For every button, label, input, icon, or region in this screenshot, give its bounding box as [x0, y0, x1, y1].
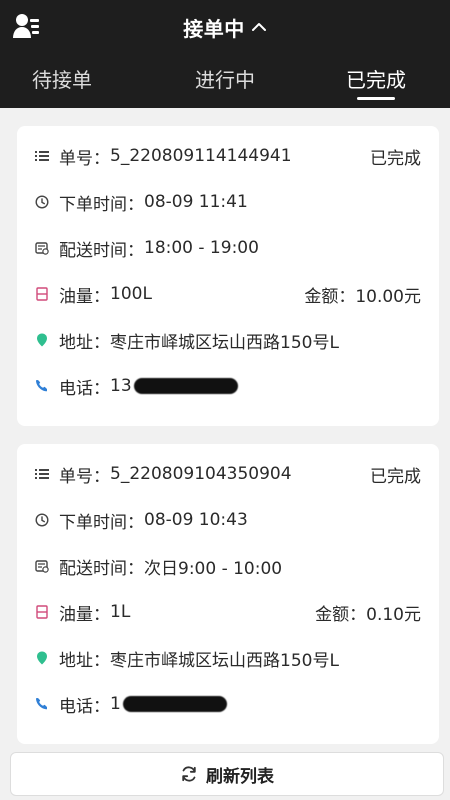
- order-time: 08-09 10:43: [144, 510, 248, 530]
- delivery-time: 次日9:00 - 10:00: [144, 558, 283, 579]
- order-number: 5_220809104350904: [110, 464, 292, 484]
- top-header: 接单中 待接单 进行中 已完成: [0, 0, 450, 108]
- list-icon: [35, 469, 49, 479]
- phone-icon: [36, 380, 47, 392]
- order-number-label: 单号：: [59, 148, 110, 169]
- price-group: 金额： 0.10元: [315, 600, 421, 625]
- list-icon: [35, 151, 49, 161]
- price-label: 金额：: [315, 604, 367, 625]
- phone-label: 电话：: [59, 696, 110, 717]
- price-value: 10.00元: [355, 286, 421, 307]
- order-time-row: 下单时间： 08-09 11:41: [35, 189, 421, 215]
- location-pin-icon: [37, 333, 47, 347]
- delivery-time: 18:00 - 19:00: [144, 238, 259, 258]
- order-time-row: 下单时间： 08-09 10:43: [35, 507, 421, 533]
- redacted-phone: [122, 696, 227, 712]
- tab-in-progress[interactable]: 进行中: [155, 64, 295, 93]
- delivery-schedule-icon: [35, 242, 49, 255]
- phone-row: 电话： 13: [35, 373, 421, 399]
- tab-pending[interactable]: 待接单: [0, 64, 132, 93]
- bottom-bar: 刷新列表: [0, 746, 450, 800]
- tab-completed[interactable]: 已完成: [306, 64, 446, 93]
- address-row: 地址： 枣庄市峄城区坛山西路150号L: [35, 327, 421, 353]
- oil-amount-row: 油量： 100L 金额： 10.00元: [35, 281, 421, 307]
- order-number: 5_220809114144941: [110, 146, 292, 166]
- delivery-time-row: 配送时间： 次日9:00 - 10:00: [35, 553, 421, 579]
- address-row: 地址： 枣庄市峄城区坛山西路150号L: [35, 645, 421, 671]
- phone-icon: [36, 698, 47, 710]
- oil-amount: 1L: [110, 602, 131, 622]
- delivery-time-label: 配送时间：: [59, 558, 144, 579]
- refresh-list-button[interactable]: 刷新列表: [10, 752, 444, 796]
- phone-label: 电话：: [59, 378, 110, 399]
- page-title: 接单中: [183, 16, 245, 41]
- oil-amount: 100L: [110, 284, 152, 304]
- refresh-icon: [182, 766, 196, 782]
- price-label: 金额：: [304, 286, 356, 307]
- order-time: 08-09 11:41: [144, 192, 248, 212]
- delivery-time-row: 配送时间： 18:00 - 19:00: [35, 235, 421, 261]
- order-number-row: 单号： 5_220809114144941 已完成: [35, 143, 421, 169]
- order-card[interactable]: 单号： 5_220809104350904 已完成 下单时间： 08-09 10…: [17, 444, 439, 744]
- clock-icon: [35, 195, 49, 209]
- address-label: 地址：: [59, 650, 110, 671]
- phone-number-prefix[interactable]: 13: [110, 376, 132, 396]
- price-group: 金额： 10.00元: [304, 282, 421, 307]
- status-toggle[interactable]: 接单中: [0, 12, 450, 42]
- refresh-list-label: 刷新列表: [206, 766, 274, 787]
- fuel-icon: [36, 605, 48, 619]
- delivery-time-label: 配送时间：: [59, 240, 144, 261]
- phone-number-prefix[interactable]: 1: [110, 694, 121, 714]
- address-label: 地址：: [59, 332, 110, 353]
- price-value: 0.10元: [366, 604, 421, 625]
- order-tabs: 待接单 进行中 已完成: [0, 58, 450, 102]
- oil-label: 油量：: [59, 286, 110, 307]
- order-time-label: 下单时间：: [59, 512, 144, 533]
- redacted-phone: [133, 378, 238, 394]
- fuel-icon: [36, 287, 48, 301]
- clock-icon: [35, 513, 49, 527]
- phone-row: 电话： 1: [35, 691, 421, 717]
- order-time-label: 下单时间：: [59, 194, 144, 215]
- order-card[interactable]: 单号： 5_220809114144941 已完成 下单时间： 08-09 11…: [17, 126, 439, 426]
- address-value: 枣庄市峄城区坛山西路150号L: [110, 332, 339, 353]
- location-pin-icon: [37, 651, 47, 665]
- active-tab-indicator: [357, 97, 395, 100]
- order-number-label: 单号：: [59, 466, 110, 487]
- chevron-up-icon: [251, 23, 266, 31]
- delivery-schedule-icon: [35, 560, 49, 573]
- oil-amount-row: 油量： 1L 金额： 0.10元: [35, 599, 421, 625]
- status-badge: 已完成: [370, 148, 421, 169]
- order-number-row: 单号： 5_220809104350904 已完成: [35, 461, 421, 487]
- oil-label: 油量：: [59, 604, 110, 625]
- status-badge: 已完成: [370, 466, 421, 487]
- address-value: 枣庄市峄城区坛山西路150号L: [110, 650, 339, 671]
